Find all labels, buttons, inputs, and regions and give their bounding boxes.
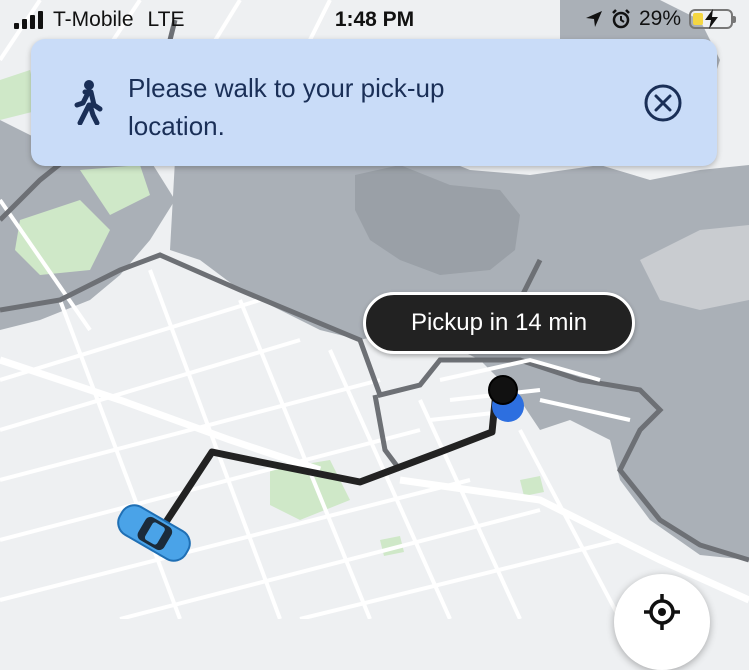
status-bar: T-Mobile LTE 1:48 PM 29% [0, 0, 749, 40]
status-right: 29% [585, 7, 736, 31]
close-circle-icon[interactable] [643, 83, 683, 123]
banner-message: Please walk to your pick-up location. [128, 73, 445, 141]
locate-me-button[interactable] [614, 574, 710, 670]
location-arrow-icon [585, 11, 602, 27]
battery-charging-icon [689, 9, 736, 29]
alarm-icon [612, 9, 630, 29]
battery-percent: 29% [638, 7, 681, 30]
pickup-eta-label: Pickup in 14 min [363, 292, 635, 354]
locate-me-icon [644, 594, 680, 630]
walk-notification-banner: Please walk to your pick-up location. [31, 39, 717, 166]
walking-person-icon [74, 80, 103, 125]
